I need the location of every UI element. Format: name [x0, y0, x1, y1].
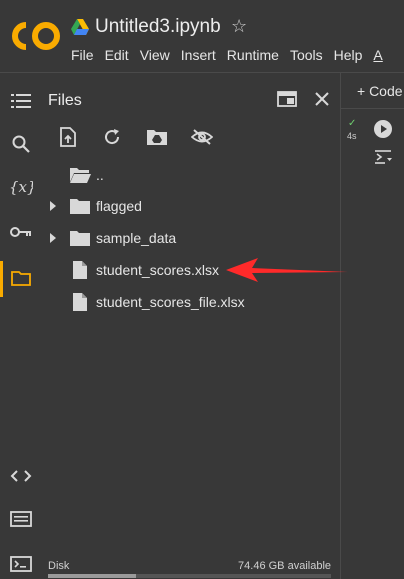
files-panel: Files .. flagged sample_data student_sco… [40, 73, 341, 579]
menu-file[interactable]: File [71, 47, 94, 63]
disk-label: Disk [48, 560, 70, 572]
google-drive-icon[interactable] [71, 19, 89, 35]
execution-success-icon: ✓ [348, 118, 357, 129]
expand-caret-icon[interactable] [48, 201, 58, 211]
tree-row-student-scores-file[interactable]: student_scores_file.xlsx [40, 288, 340, 316]
menu-insert[interactable]: Insert [181, 47, 216, 63]
tree-label: student_scores_file.xlsx [96, 294, 245, 310]
menu-additional[interactable]: A [373, 47, 382, 63]
add-code-button[interactable]: + Code [357, 83, 403, 99]
tree-row-sample-data[interactable]: sample_data [40, 224, 340, 252]
code-snippets-icon[interactable] [8, 463, 34, 489]
disk-available: 74.46 GB available [238, 560, 331, 572]
menu-view[interactable]: View [140, 47, 170, 63]
mount-drive-icon[interactable] [145, 125, 169, 149]
panel-title: Files [48, 92, 82, 109]
tree-label: student_scores.xlsx [96, 262, 219, 278]
menu-bar: File Edit View Insert Runtime Tools Help… [71, 47, 394, 63]
tree-row-flagged[interactable]: flagged [40, 192, 340, 220]
close-icon[interactable] [310, 87, 334, 111]
toolbar-divider [341, 108, 404, 109]
star-icon[interactable]: ☆ [231, 16, 247, 37]
toc-icon[interactable] [8, 88, 34, 114]
tree-row-parent[interactable]: .. [40, 161, 340, 189]
folder-icon [70, 231, 90, 246]
menu-help[interactable]: Help [334, 47, 363, 63]
svg-text:{x}: {x} [9, 178, 33, 196]
file-icon [73, 261, 87, 279]
search-icon[interactable] [8, 131, 34, 157]
menu-tools[interactable]: Tools [290, 47, 323, 63]
run-cell-icon[interactable] [373, 119, 393, 139]
top-bar: Untitled3.ipynb ☆ File Edit View Insert … [0, 0, 404, 73]
folder-icon [70, 199, 90, 214]
colab-logo[interactable] [12, 22, 60, 50]
execution-time: 4s [347, 131, 357, 141]
secrets-key-icon[interactable] [8, 219, 34, 245]
disk-usage-fill [48, 574, 136, 578]
refresh-icon[interactable] [100, 125, 124, 149]
variables-icon[interactable]: {x} [8, 174, 34, 200]
notebook-title[interactable]: Untitled3.ipynb [95, 16, 221, 38]
tree-label: sample_data [96, 230, 177, 246]
menu-edit[interactable]: Edit [105, 47, 129, 63]
file-icon [73, 293, 87, 311]
expand-caret-icon[interactable] [48, 233, 58, 243]
terminal-icon[interactable] [8, 551, 34, 577]
disk-usage-bar [48, 574, 331, 578]
active-indicator [0, 261, 3, 297]
command-palette-icon[interactable] [8, 506, 34, 532]
tree-label: flagged [96, 198, 142, 214]
notebook-area: + Code ✓ 4s [341, 73, 404, 579]
upload-file-icon[interactable] [56, 125, 80, 149]
folder-open-icon [70, 168, 91, 183]
files-folder-icon[interactable] [8, 265, 34, 291]
hide-hidden-files-icon[interactable] [190, 125, 214, 149]
output-toggle-icon[interactable] [373, 149, 393, 165]
menu-runtime[interactable]: Runtime [227, 47, 279, 63]
open-in-tab-icon[interactable] [275, 87, 299, 111]
left-rail: {x} [0, 73, 40, 579]
annotation-arrow [226, 258, 348, 282]
tree-label: .. [96, 167, 104, 183]
